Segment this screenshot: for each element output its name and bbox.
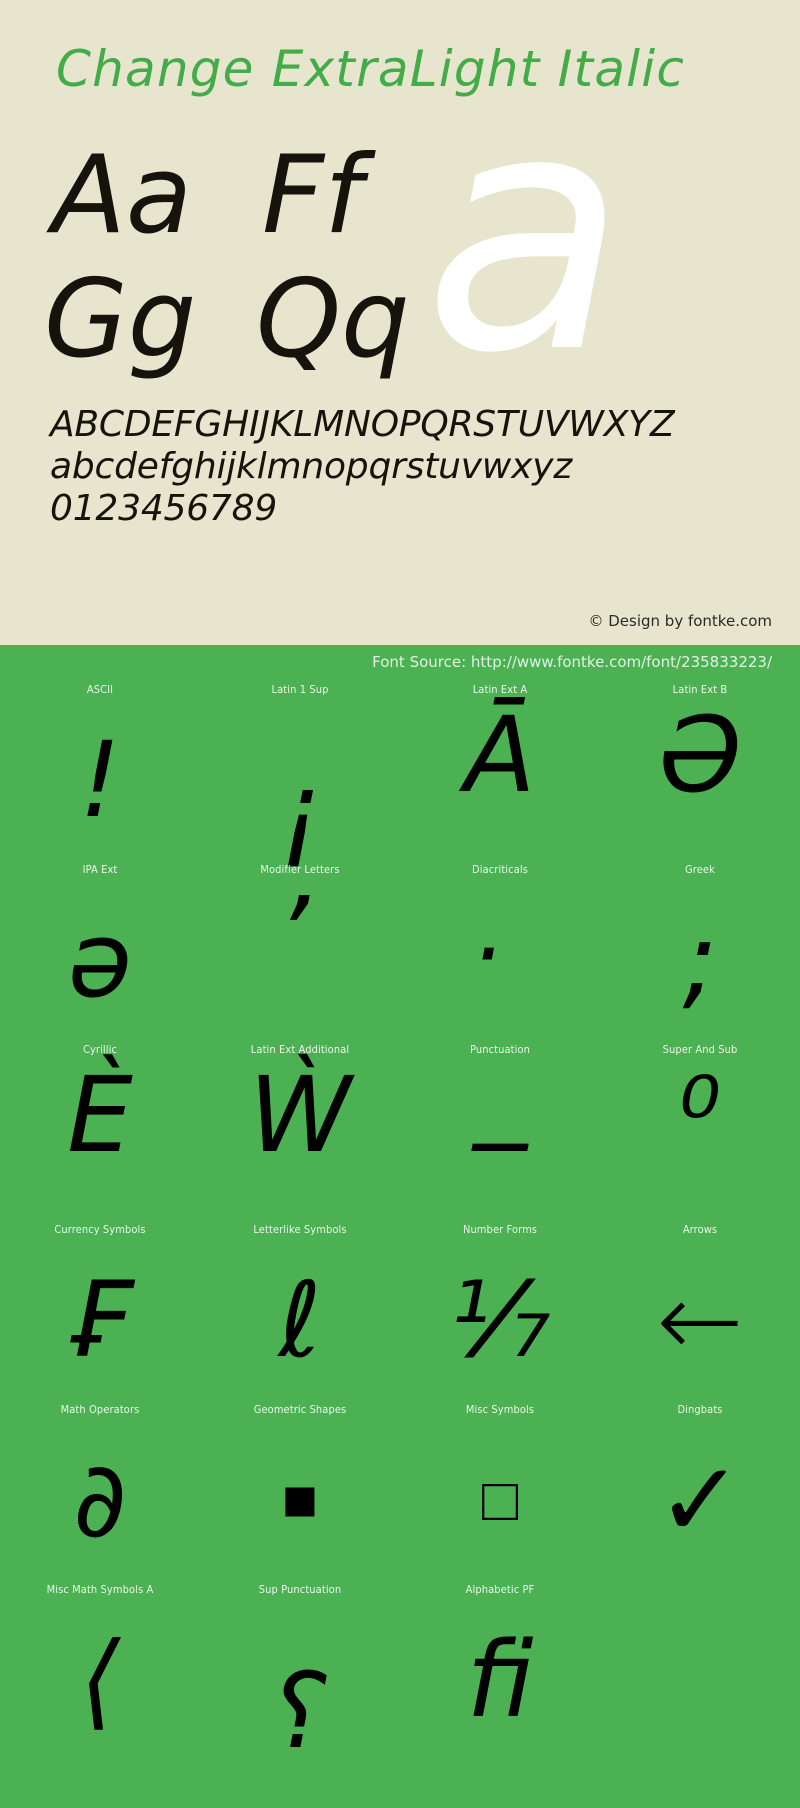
block-glyph: ⟨ [79,1619,121,1741]
block-glyph: Ə [659,694,741,816]
block-cell-misc-math-symbols-a[interactable]: Misc Math Symbols A ⟨ [0,1583,200,1763]
block-cell-ascii[interactable]: ASCII ! [0,683,200,863]
block-cell-empty [600,1583,800,1763]
block-glyph: □ [481,1465,519,1535]
block-label: Misc Math Symbols A [46,1583,154,1596]
block-cell-alphabetic-pf[interactable]: Alphabetic PF ﬁ [400,1583,600,1763]
large-sample-glyph-group: a Aa Ff Gg Qq [0,68,800,398]
block-cell-greek[interactable]: Greek ; [600,863,800,1043]
block-label: Sup Punctuation [258,1583,342,1596]
block-cell-latin-ext-additional[interactable]: Latin Ext Additional Ẁ [200,1043,400,1223]
sample-pair-gg: Gg [44,257,197,382]
block-glyph: ⸮ [272,1650,328,1772]
digits-line: 0123456789 [50,488,278,529]
block-glyph: ← [656,1259,744,1381]
font-source-link[interactable]: Font Source: http://www.fontke.com/font/… [372,653,772,671]
sample-pair-qq: Qq [256,257,410,382]
block-glyph: Ā [464,694,536,816]
block-label: ASCII [86,683,114,696]
block-cell-sup-punctuation[interactable]: Sup Punctuation ⸮ [200,1583,400,1763]
grid-row: Math Operators ∂ Geometric Shapes ■ Misc… [0,1403,800,1583]
block-cell-ipa-ext[interactable]: IPA Ext ə [0,863,200,1043]
block-glyph: ₣ [66,1259,134,1381]
block-label: Punctuation [469,1043,531,1056]
block-cell-diacriticals[interactable]: Diacriticals ̇ [400,863,600,1043]
block-label: IPA Ext [82,863,118,876]
block-glyph: ■ [281,1465,319,1535]
block-label: Latin 1 Sup [271,683,329,696]
block-cell-math-operators[interactable]: Math Operators ∂ [0,1403,200,1583]
block-label: Number Forms [462,1223,538,1236]
block-glyph: ⅐ [449,1259,551,1381]
grid-row: Cyrillic Ѐ Latin Ext Additional Ẁ Punctu… [0,1043,800,1223]
grid-row: IPA Ext ə Modifier Letters ʼ Diacritical… [0,863,800,1043]
block-cell-modifier-letters[interactable]: Modifier Letters ʼ [200,863,400,1043]
block-glyph: ə [68,899,132,1021]
grid-row: Currency Symbols ₣ Letterlike Symbols ℓ … [0,1223,800,1403]
block-glyph: ∂ [73,1439,127,1561]
grid-row: Misc Math Symbols A ⟨ Sup Punctuation ⸮ … [0,1583,800,1763]
font-specimen-panel: Change ExtraLight Italic a Aa Ff Gg Qq A… [0,0,800,645]
block-label: Dingbats [677,1403,723,1416]
alphabet-lowercase-line: abcdefghijklmnopqrstuvwxyz [50,446,573,487]
block-glyph: ﬁ [466,1619,534,1741]
block-label: Currency Symbols [54,1223,146,1236]
block-label: Letterlike Symbols [253,1223,347,1236]
block-cell-number-forms[interactable]: Number Forms ⅐ [400,1223,600,1403]
block-cell-letterlike-symbols[interactable]: Letterlike Symbols ℓ [200,1223,400,1403]
block-cell-latin-ext-a[interactable]: Latin Ext A Ā [400,683,600,863]
block-glyph: ; [682,899,718,1021]
block-glyph: Ẁ [248,1054,352,1176]
block-cell-punctuation[interactable]: Punctuation ‒ [400,1043,600,1223]
block-glyph: ✓ [656,1439,744,1561]
block-cell-dingbats[interactable]: Dingbats ✓ [600,1403,800,1583]
block-glyph: ‒ [466,1079,534,1201]
block-cell-cyrillic[interactable]: Cyrillic Ѐ [0,1043,200,1223]
unicode-coverage-panel: Font Source: http://www.fontke.com/font/… [0,645,800,1808]
sample-pair-ff: Ff [262,133,363,258]
alphabet-block: ABCDEFGHIJKLMNOPQRSTUVWXYZ abcdefghijklm… [50,404,750,530]
block-cell-latin-1-sup[interactable]: Latin 1 Sup ¡ [200,683,400,863]
block-label: Math Operators [60,1403,140,1416]
block-cell-geometric-shapes[interactable]: Geometric Shapes ■ [200,1403,400,1583]
block-label: Diacriticals [472,863,528,876]
grid-row: ASCII ! Latin 1 Sup ¡ Latin Ext A Ā Lati… [0,683,800,863]
block-label: Greek [685,863,715,876]
copyright-notice: © Design by fontke.com [588,612,772,630]
block-cell-misc-symbols[interactable]: Misc Symbols □ [400,1403,600,1583]
alphabet-uppercase-line: ABCDEFGHIJKLMNOPQRSTUVWXYZ [50,404,675,445]
block-cell-currency-symbols[interactable]: Currency Symbols ₣ [0,1223,200,1403]
block-cell-latin-ext-b[interactable]: Latin Ext B Ə [600,683,800,863]
block-glyph: ʼ [283,874,317,996]
block-glyph: ¡ [279,750,321,872]
block-cell-super-and-sub[interactable]: Super And Sub ⁰ [600,1043,800,1223]
block-glyph: Ѐ [67,1054,133,1176]
unicode-block-grid: ASCII ! Latin 1 Sup ¡ Latin Ext A Ā Lati… [0,683,800,1763]
block-glyph [600,1597,800,1763]
watermark-glyph: a [424,41,627,425]
block-glyph: ! [79,719,121,841]
block-glyph: ̇ [400,877,600,1057]
block-label: Arrows [682,1223,718,1236]
block-label: Misc Symbols [465,1403,535,1416]
block-glyph: ⁰ [679,1054,721,1176]
sample-pair-aa: Aa [52,133,193,258]
block-label: Alphabetic PF [465,1583,535,1596]
block-glyph: ℓ [278,1259,322,1381]
block-label: Geometric Shapes [253,1403,347,1416]
block-cell-arrows[interactable]: Arrows ← [600,1223,800,1403]
